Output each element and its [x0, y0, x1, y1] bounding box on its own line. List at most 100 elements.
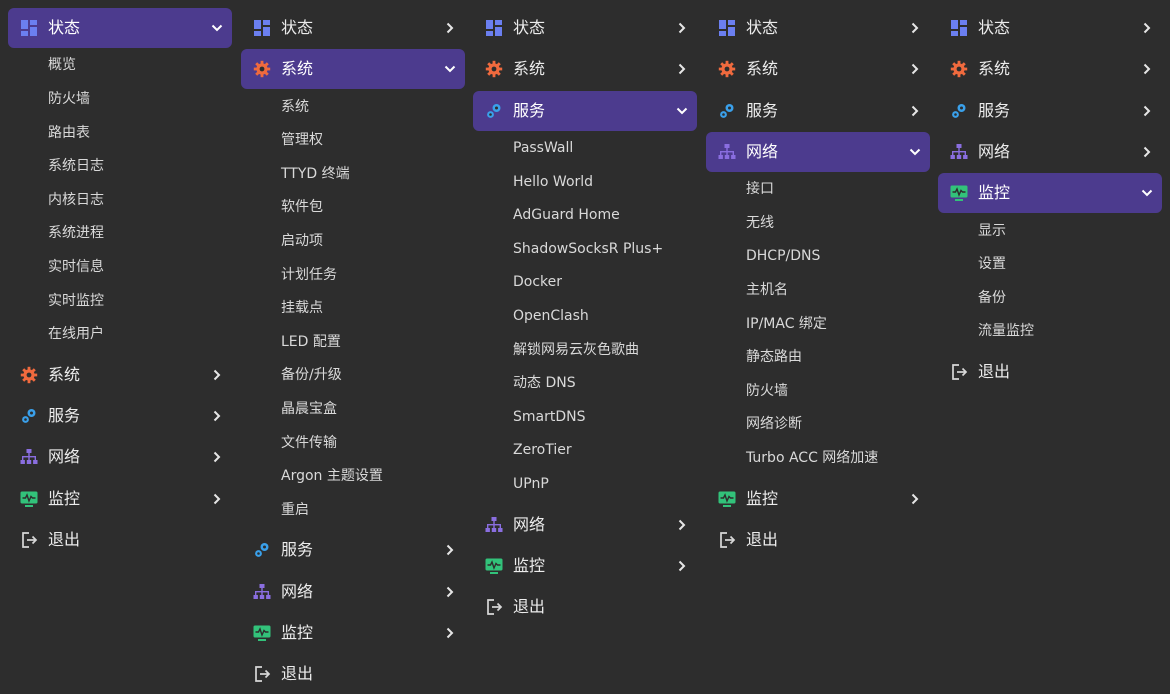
submenu-item[interactable]: Turbo ACC 网络加速	[746, 446, 878, 470]
submenu-item[interactable]: ZeroTier	[513, 438, 572, 462]
submenu-item[interactable]: TTYD 终端	[281, 162, 350, 186]
monitor-icon	[718, 490, 736, 508]
network-icon	[253, 583, 271, 601]
gear-icon	[950, 60, 968, 78]
submenu-item[interactable]: 系统进程	[48, 221, 104, 245]
submenu-item[interactable]: 系统日志	[48, 154, 104, 178]
menu-item-status[interactable]: 状态	[473, 8, 697, 48]
service-icon	[950, 102, 968, 120]
logout-icon	[718, 531, 736, 549]
chevron-down-icon	[675, 104, 689, 118]
menu-item-logout[interactable]: 退出	[706, 520, 930, 560]
submenu-item[interactable]: 备份/升级	[281, 363, 342, 387]
menu-item-logout[interactable]: 退出	[473, 587, 697, 627]
menu-item-label: 系统	[513, 59, 546, 79]
submenu-item[interactable]: 概览	[48, 53, 76, 77]
menu-item-monitor[interactable]: 监控	[706, 479, 930, 519]
menu-item-logout[interactable]: 退出	[241, 654, 465, 694]
submenu-item[interactable]: SmartDNS	[513, 405, 586, 429]
submenu-item[interactable]: Argon 主题设置	[281, 464, 383, 488]
submenu-item[interactable]: Hello World	[513, 170, 593, 194]
network-icon	[485, 516, 503, 534]
chevron-down-icon	[908, 145, 922, 159]
menu-item-label: 服务	[978, 100, 1011, 120]
submenu-item[interactable]: 无线	[746, 211, 774, 235]
submenu-item[interactable]: 流量监控	[978, 319, 1034, 343]
menu-item-service[interactable]: 服务	[241, 530, 465, 570]
menu-item-label: 网络	[281, 581, 314, 601]
submenu-item[interactable]: DHCP/DNS	[746, 244, 820, 268]
submenu-item[interactable]: 实时信息	[48, 255, 104, 279]
menu-item-status[interactable]: 状态	[938, 8, 1162, 48]
menu-item-label: 系统	[281, 59, 314, 79]
menu-item-label: 退出	[978, 361, 1011, 381]
submenu-item[interactable]: 挂载点	[281, 296, 323, 320]
submenu-item[interactable]: 实时监控	[48, 289, 104, 313]
menu-item-monitor[interactable]: 监控	[938, 173, 1162, 214]
submenu-item[interactable]: 防火墙	[48, 87, 90, 111]
submenu-item[interactable]: 晶晨宝盒	[281, 397, 337, 421]
chevron-right-icon	[908, 62, 922, 76]
submenu-item[interactable]: AdGuard Home	[513, 203, 620, 227]
menu-item-status[interactable]: 状态	[241, 8, 465, 48]
submenu-item[interactable]: 备份	[978, 286, 1006, 310]
monitor-icon	[950, 184, 968, 202]
menu-item-monitor[interactable]: 监控	[241, 613, 465, 653]
submenu-item[interactable]: IP/MAC 绑定	[746, 312, 827, 336]
submenu-item[interactable]: LED 配置	[281, 330, 341, 354]
submenu-item[interactable]: 计划任务	[281, 263, 337, 287]
menu-item-service[interactable]: 服务	[938, 91, 1162, 131]
logout-icon	[253, 665, 271, 683]
submenu-item[interactable]: 动态 DNS	[513, 371, 576, 395]
submenu-item[interactable]: 解锁网易云灰色歌曲	[513, 338, 639, 362]
menu-item-system[interactable]: 系统	[241, 49, 465, 90]
menu-item-label: 退出	[281, 664, 314, 684]
menu-item-system[interactable]: 系统	[473, 49, 697, 89]
menu-item-network[interactable]: 网络	[706, 131, 930, 172]
submenu-item[interactable]: UPnP	[513, 472, 549, 496]
menu-item-logout[interactable]: 退出	[938, 352, 1162, 392]
submenu-item[interactable]: 主机名	[746, 278, 788, 302]
submenu-item[interactable]: 路由表	[48, 121, 90, 145]
submenu-item[interactable]: 启动项	[281, 229, 323, 253]
submenu-item[interactable]: 管理权	[281, 128, 323, 152]
submenu-item[interactable]: ShadowSocksR Plus+	[513, 237, 663, 261]
submenu-item[interactable]: 软件包	[281, 195, 323, 219]
menu-item-label: 网络	[978, 141, 1011, 161]
submenu-item[interactable]: PassWall	[513, 136, 573, 160]
menu-item-status[interactable]: 状态	[8, 8, 232, 48]
submenu-item[interactable]: 网络诊断	[746, 412, 802, 436]
menu-item-service[interactable]: 服务	[8, 396, 232, 436]
submenu-item[interactable]: OpenClash	[513, 304, 589, 328]
menu-item-status[interactable]: 状态	[706, 8, 930, 48]
submenu-item[interactable]: 重启	[281, 498, 309, 522]
menu-item-monitor[interactable]: 监控	[473, 546, 697, 586]
submenu-item[interactable]: 在线用户	[48, 322, 104, 346]
submenu-item[interactable]: 文件传输	[281, 431, 337, 455]
submenu-item[interactable]: 静态路由	[746, 345, 802, 369]
menu-item-monitor[interactable]: 监控	[8, 479, 232, 519]
submenu-item[interactable]: 内核日志	[48, 188, 104, 212]
chevron-right-icon	[908, 21, 922, 35]
submenu-item[interactable]: Docker	[513, 270, 562, 294]
dashboard-icon	[485, 19, 503, 37]
menu-item-system[interactable]: 系统	[706, 49, 930, 89]
menu-item-service[interactable]: 服务	[473, 90, 697, 131]
submenu-item[interactable]: 设置	[978, 252, 1006, 276]
network-icon	[20, 448, 38, 466]
submenu-item[interactable]: 接口	[746, 177, 774, 201]
chevron-right-icon	[1140, 145, 1154, 159]
menu-item-service[interactable]: 服务	[706, 91, 930, 131]
menu-panel-4: 状态 系统 服务 网络接口无线 DHCP/DNS 主机名 IP/MAC 绑定 静态路由防火墙网…	[706, 0, 938, 693]
menu-item-system[interactable]: 系统	[8, 355, 232, 395]
menu-item-network[interactable]: 网络	[473, 505, 697, 545]
submenu-item[interactable]: 显示	[978, 219, 1006, 243]
menu-item-network[interactable]: 网络	[938, 132, 1162, 172]
menu-item-network[interactable]: 网络	[8, 437, 232, 477]
submenu-item[interactable]: 防火墙	[746, 379, 788, 403]
service-icon	[718, 102, 736, 120]
menu-item-system[interactable]: 系统	[938, 49, 1162, 89]
submenu-item[interactable]: 系统	[281, 95, 309, 119]
menu-item-network[interactable]: 网络	[241, 572, 465, 612]
menu-item-logout[interactable]: 退出	[8, 520, 232, 560]
